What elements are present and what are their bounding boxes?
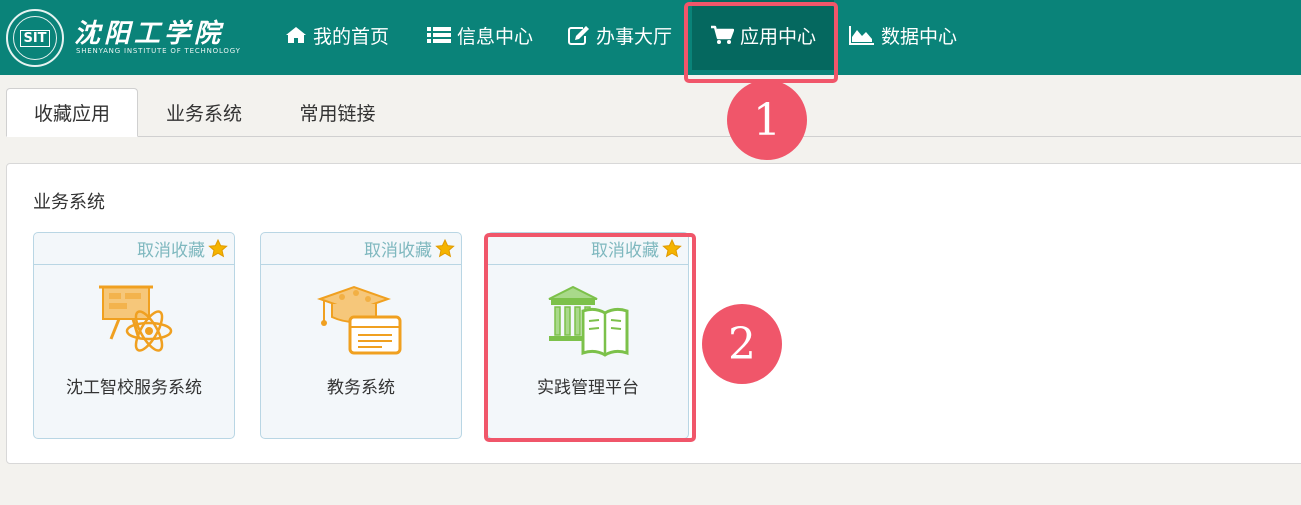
top-bar: SIT 沈阳工学院 SHENYANG INSTITUTE OF TECHNOLO… — [0, 0, 1301, 75]
nav-item-home[interactable]: 我的首页 — [285, 0, 389, 70]
card-label: 实践管理平台 — [537, 378, 639, 398]
logo-seal: SIT — [6, 9, 64, 67]
tab-business-systems[interactable]: 业务系统 — [148, 88, 260, 137]
card-header: 取消收藏 — [261, 233, 461, 265]
app-card-smart-campus[interactable]: 取消收藏 沈工智校服务系统 — [33, 232, 235, 439]
logo-seal-text: SIT — [20, 29, 50, 47]
nav-label: 数据中心 — [881, 25, 958, 48]
tab-common-links[interactable]: 常用链接 — [280, 88, 395, 137]
panel-title: 业务系统 — [33, 192, 105, 213]
nav-label: 应用中心 — [739, 25, 816, 48]
logo-chinese-name: 沈阳工学院 — [74, 19, 225, 49]
home-icon — [286, 27, 306, 43]
tab-favorite-apps[interactable]: 收藏应用 — [6, 88, 138, 137]
card-header: 取消收藏 — [488, 233, 688, 265]
unfavorite-link[interactable]: 取消收藏 — [137, 236, 205, 261]
apps-panel: 业务系统 取消收藏 沈工智校服务系统 取消收藏 教务系统 取消收藏 实践管理平台 — [6, 163, 1301, 464]
star-icon[interactable] — [435, 239, 455, 258]
tab-label: 常用链接 — [299, 103, 376, 125]
tab-label: 业务系统 — [165, 103, 242, 125]
star-icon[interactable] — [662, 239, 682, 258]
unfavorite-link[interactable]: 取消收藏 — [364, 236, 432, 261]
practice-platform-icon — [548, 285, 629, 357]
area-chart-icon — [849, 26, 874, 45]
edit-icon — [568, 26, 589, 45]
step-badge-1: 1 — [727, 80, 807, 160]
logo-english-name: SHENYANG INSTITUTE OF TECHNOLOGY — [76, 47, 241, 55]
card-label: 教务系统 — [327, 378, 395, 398]
app-card-practice-platform[interactable]: 取消收藏 实践管理平台 — [487, 232, 689, 439]
nav-item-info-center[interactable]: 信息中心 — [427, 0, 533, 70]
tab-label: 收藏应用 — [33, 103, 110, 125]
card-label: 沈工智校服务系统 — [66, 378, 202, 398]
smart-campus-icon — [99, 285, 173, 352]
school-logo[interactable]: SIT 沈阳工学院 SHENYANG INSTITUTE OF TECHNOLO… — [6, 7, 246, 67]
app-card-academic-system[interactable]: 取消收藏 教务系统 — [260, 232, 462, 439]
nav-item-data-center[interactable]: 数据中心 — [849, 0, 957, 70]
unfavorite-link[interactable]: 取消收藏 — [591, 236, 659, 261]
nav-item-app-center[interactable]: 应用中心 — [692, 0, 834, 70]
nav-label: 我的首页 — [313, 25, 390, 48]
step-badge-2: 2 — [702, 304, 782, 384]
cart-icon — [710, 25, 734, 44]
star-icon[interactable] — [208, 239, 228, 258]
card-header: 取消收藏 — [34, 233, 234, 265]
list-icon — [427, 27, 451, 43]
nav-label: 信息中心 — [457, 25, 534, 48]
nav-label: 办事大厅 — [596, 25, 673, 48]
nav-item-service-hall[interactable]: 办事大厅 — [568, 0, 672, 70]
academic-cap-icon — [316, 285, 402, 355]
